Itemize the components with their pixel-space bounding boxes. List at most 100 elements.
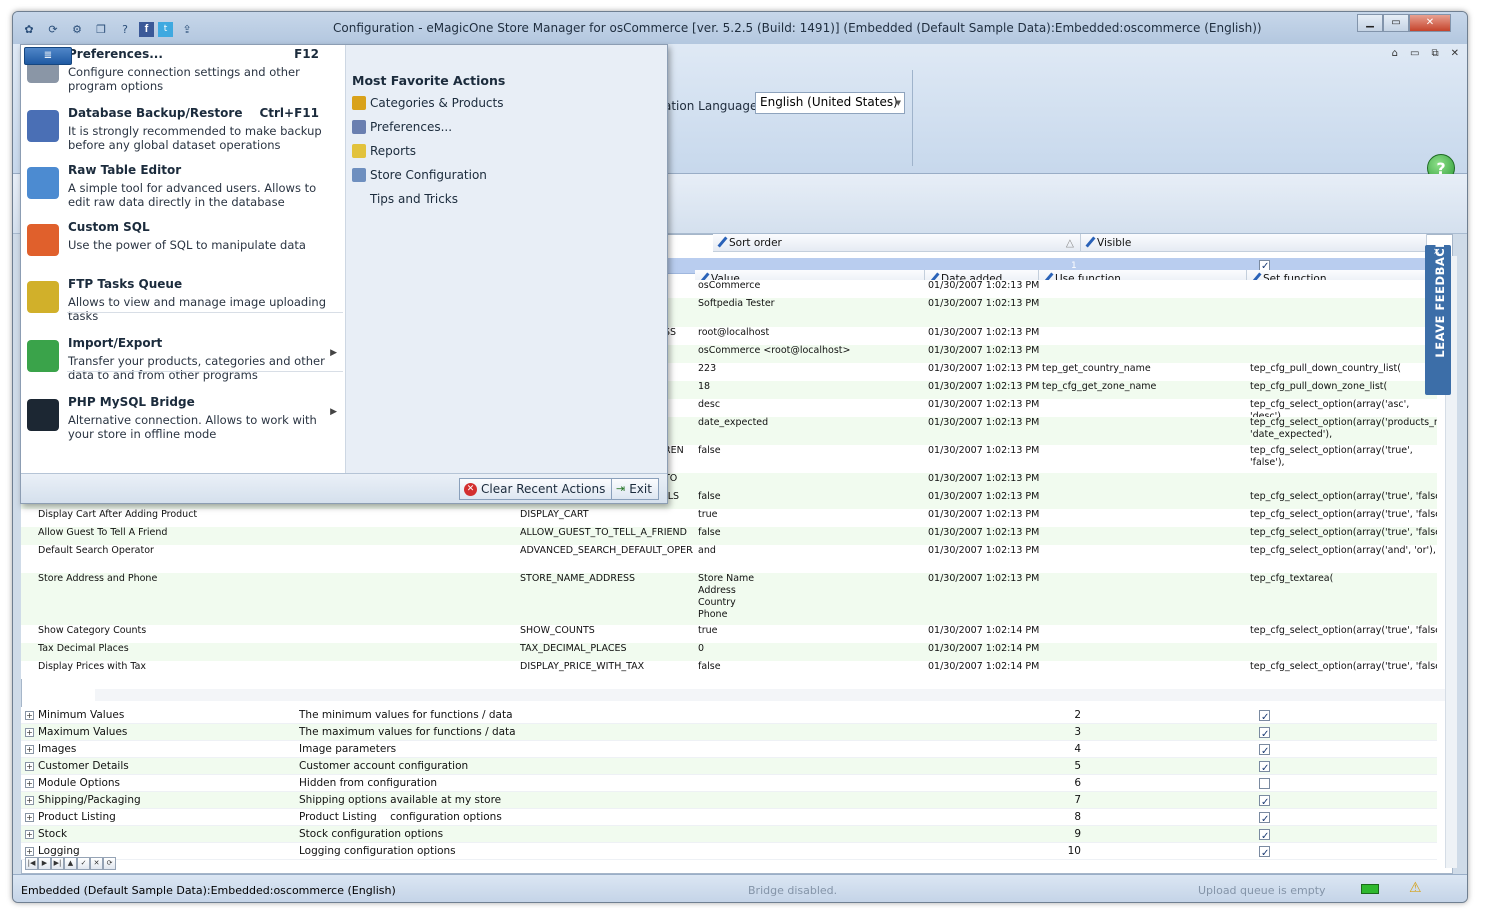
cell-set-function: tep_cfg_select_option(array('and', 'or')…: [1250, 545, 1436, 556]
menu-item-description: Configure connection settings and other …: [68, 65, 300, 93]
post-record-icon[interactable]: ✓: [77, 857, 90, 870]
tools-icon[interactable]: ⚙: [67, 20, 87, 38]
cell-value: root@localhost: [698, 327, 770, 338]
favorite-label: Tips and Tricks: [370, 192, 459, 206]
cell-value: false: [698, 491, 721, 502]
menu-item-php-mysql-bridge[interactable]: PHP MySQL Bridge Alternative connection. …: [21, 393, 345, 451]
app-icon[interactable]: ✿: [19, 20, 39, 38]
expand-icon[interactable]: +: [25, 778, 34, 788]
table-row[interactable]: Store Address and Phone STORE_NAME_ADDRES…: [21, 573, 1437, 625]
table-row[interactable]: Tax Decimal Places TAX_DECIMAL_PLACES 0 01/…: [21, 643, 1437, 661]
favorite-preferences[interactable]: Preferences...: [352, 120, 452, 134]
close-doc-icon[interactable]: ✕: [1451, 48, 1459, 59]
menu-item-import-export[interactable]: Import/Export Transfer your products, cat…: [21, 334, 345, 392]
minimize-button[interactable]: ▁: [1357, 14, 1383, 32]
twitter-icon[interactable]: t: [158, 21, 173, 37]
first-record-icon[interactable]: |◀: [25, 857, 38, 870]
app-menu-button[interactable]: ≣: [24, 47, 72, 65]
insert-record-icon[interactable]: ▲: [64, 857, 77, 870]
refresh-icon[interactable]: ⟳: [43, 20, 63, 38]
expand-icon[interactable]: +: [25, 829, 34, 839]
group-row[interactable]: + Stock Stock configuration options 9: [21, 826, 1437, 843]
table-row[interactable]: Display Prices with Tax DISPLAY_PRICE_WIT…: [21, 661, 1437, 679]
group-sort-order: 8: [1074, 811, 1081, 823]
warning-icon[interactable]: ⚠: [1409, 880, 1422, 896]
language-select[interactable]: English (United States) ▼: [755, 92, 905, 114]
exit-button[interactable]: ⇥ Exit: [611, 478, 659, 500]
close-button[interactable]: ✕: [1409, 14, 1451, 32]
menu-item-description: A simple tool for advanced users. Allows…: [68, 181, 317, 209]
group-row[interactable]: + Logging Logging configuration options 10: [21, 843, 1437, 860]
favorite-icon: [352, 120, 366, 134]
expand-icon[interactable]: +: [25, 846, 34, 856]
prev-record-icon[interactable]: ▶: [38, 857, 51, 870]
visible-checkbox[interactable]: [1259, 794, 1270, 809]
share-icon[interactable]: ⇪: [177, 20, 197, 38]
visible-checkbox[interactable]: [1259, 845, 1270, 860]
feedback-close-icon[interactable]: ×: [1433, 247, 1441, 257]
tile-icon[interactable]: ⧉: [1431, 48, 1438, 59]
expand-icon[interactable]: +: [25, 710, 34, 720]
expand-icon[interactable]: +: [25, 795, 34, 805]
cell-title: Display Prices with Tax: [38, 661, 147, 672]
table-row[interactable]: Show Category Counts SHOW_COUNTS true 01/30…: [21, 625, 1437, 643]
expand-icon[interactable]: +: [25, 727, 34, 737]
group-row[interactable]: + Minimum Values The minimum values for fu…: [21, 707, 1437, 724]
column-sort-order[interactable]: Sort order △: [713, 234, 1081, 252]
navigator-bar: |◀ ▶ ▶| ▲ ✓ ✕ ⟳: [25, 857, 116, 870]
home-icon[interactable]: ⌂: [1392, 48, 1398, 59]
expand-icon[interactable]: +: [25, 744, 34, 754]
cell-date: 01/30/2007 1:02:13 PM: [928, 417, 1039, 428]
favorite-reports[interactable]: Reports: [352, 144, 416, 158]
clear-recent-actions-button[interactable]: ✕ Clear Recent Actions: [459, 478, 613, 500]
expand-icon[interactable]: +: [25, 812, 34, 822]
table-row[interactable]: Default Search Operator ADVANCED_SEARCH_D…: [21, 545, 1437, 573]
visible-checkbox[interactable]: [1259, 777, 1270, 789]
group-row[interactable]: + Maximum Values The maximum values for fu…: [21, 724, 1437, 741]
last-record-icon[interactable]: ▶|: [51, 857, 64, 870]
menu-item-ftp-tasks-queue[interactable]: FTP Tasks Queue Allows to view and manage…: [21, 275, 345, 333]
menu-item-database-backup-restore[interactable]: Database Backup/Restore Ctrl+F11 It is str…: [21, 104, 345, 160]
windows-icon[interactable]: ❐: [91, 20, 111, 38]
group-row[interactable]: + Product Listing Product Listing configur…: [21, 809, 1437, 826]
visible-checkbox[interactable]: [1259, 811, 1270, 826]
edit-pencil-icon: [1085, 237, 1095, 247]
help-icon[interactable]: ?: [115, 20, 135, 38]
leave-feedback-tab[interactable]: LEAVE FEEDBACK: [1425, 238, 1451, 395]
column-visible[interactable]: Visible: [1081, 234, 1427, 252]
group-row[interactable]: + Customer Details Customer account config…: [21, 758, 1437, 775]
language-value: English (United States): [760, 95, 898, 109]
sql-icon: [27, 224, 59, 256]
favorite-tips-and-tricks[interactable]: Tips and Tricks: [352, 192, 458, 206]
cancel-record-icon[interactable]: ✕: [90, 857, 103, 870]
favorite-store-configuration[interactable]: Store Configuration: [352, 168, 487, 182]
visible-checkbox[interactable]: [1259, 726, 1270, 741]
table-row[interactable]: Allow Guest To Tell A Friend ALLOW_GUEST_…: [21, 527, 1437, 545]
expand-icon[interactable]: +: [25, 761, 34, 771]
group-row[interactable]: + Shipping/Packaging Shipping options avai…: [21, 792, 1437, 809]
favorite-categories-products[interactable]: Categories & Products: [352, 96, 503, 110]
group-row[interactable]: + Module Options Hidden from configuration…: [21, 775, 1437, 792]
cell-title: Store Address and Phone: [38, 573, 158, 584]
visible-checkbox[interactable]: [1259, 709, 1270, 724]
visible-checkbox[interactable]: [1259, 743, 1270, 758]
menu-item-raw-table-editor[interactable]: Raw Table Editor A simple tool for advanc…: [21, 161, 345, 217]
visible-checkbox[interactable]: [1259, 760, 1270, 775]
refresh-record-icon[interactable]: ⟳: [103, 857, 116, 870]
maximize-button[interactable]: ▭: [1383, 14, 1409, 32]
visible-checkbox[interactable]: [1259, 828, 1270, 843]
cell-set-function: tep_cfg_select_option(array('true', 'fal…: [1250, 491, 1437, 502]
cell-date: 01/30/2007 1:02:13 PM: [928, 573, 1039, 584]
table-row[interactable]: Display Cart After Adding Product DISPLAY…: [21, 509, 1437, 527]
favorite-actions-pane: Most Favorite Actions Categories & Produ…: [345, 45, 667, 473]
menu-item-custom-sql[interactable]: Custom SQL Use the power of SQL to manipu…: [21, 218, 345, 274]
facebook-icon[interactable]: f: [139, 21, 154, 37]
favorite-icon: [352, 96, 366, 110]
cell-set-function: tep_cfg_select_option(array('true', 'fal…: [1250, 527, 1437, 538]
restore-icon[interactable]: ▭: [1410, 48, 1419, 59]
group-row[interactable]: + Images Image parameters 4: [21, 741, 1437, 758]
horizontal-scrollbar[interactable]: [95, 689, 1445, 701]
cell-value: 223: [698, 363, 717, 374]
menu-item-title: FTP Tasks Queue: [68, 277, 183, 291]
menu-item-shortcut: Ctrl+F11: [259, 106, 319, 120]
